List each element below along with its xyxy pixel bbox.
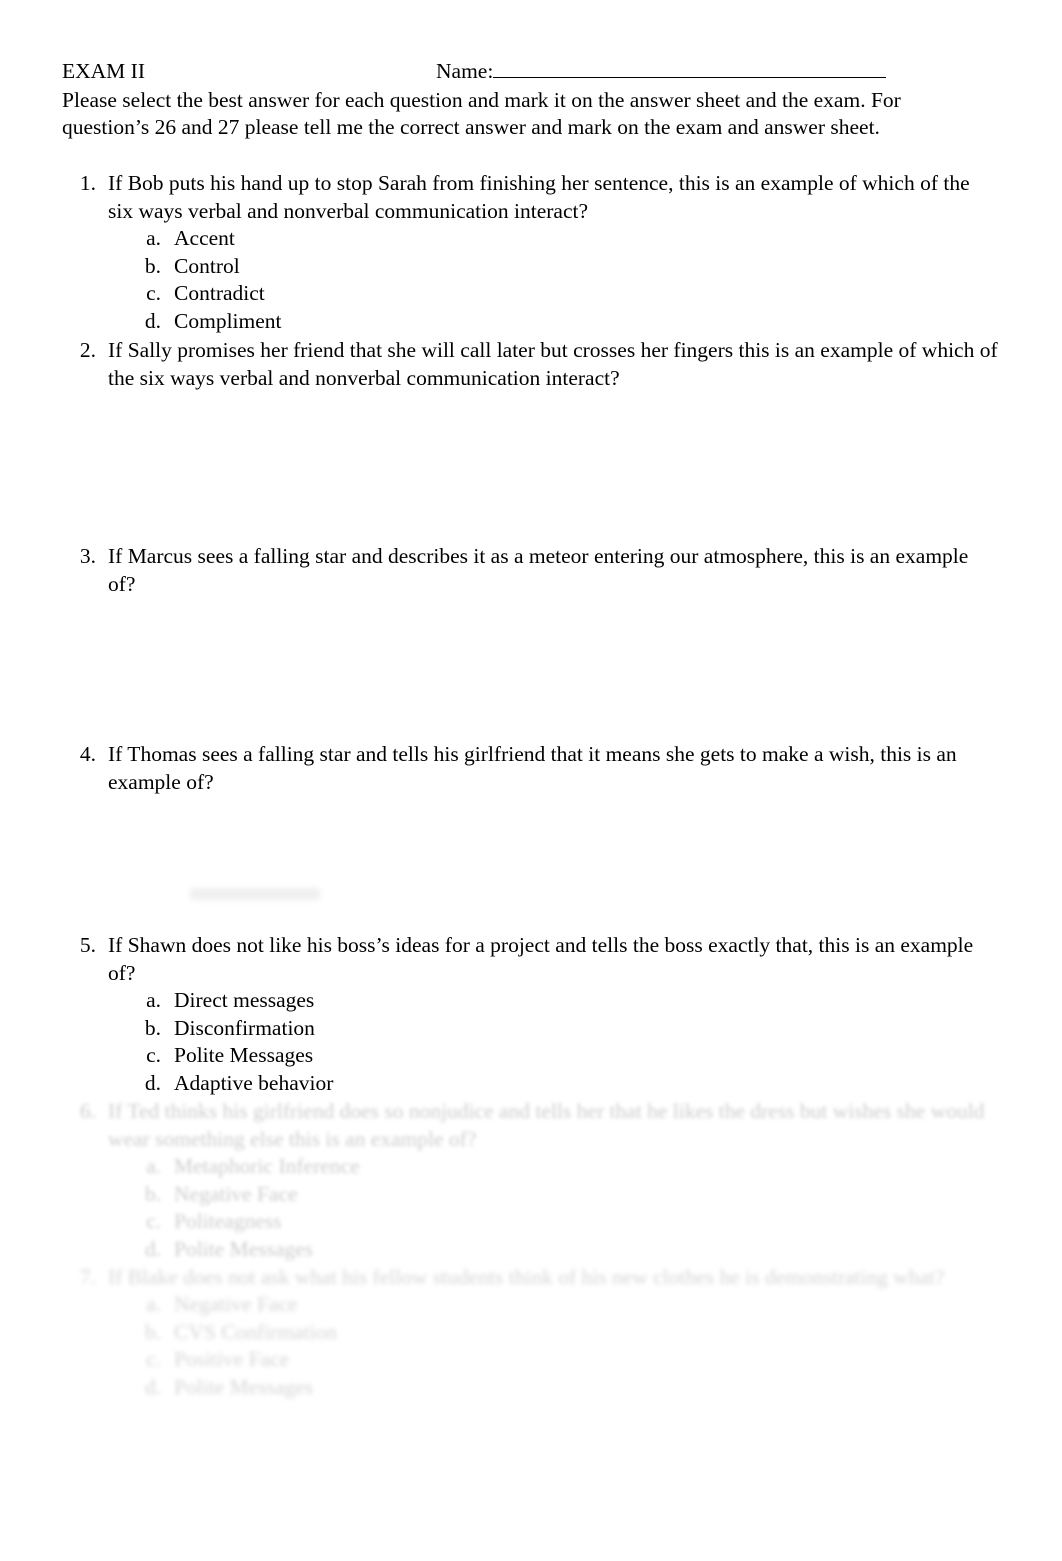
question-body: If Thomas sees a falling star and tells … xyxy=(108,740,1000,796)
question-item: 7. If Blake does not ask what his fellow… xyxy=(62,1263,1000,1401)
option-list: a. Direct messages b. Disconfirmation c.… xyxy=(108,987,1000,1097)
question-body: If Shawn does not like his boss’s ideas … xyxy=(108,931,1000,1097)
question-number: 5. xyxy=(79,933,96,957)
option-item[interactable]: d. Adaptive behavior xyxy=(108,1070,1000,1098)
question-item: 6. If Ted thinks his girlfriend does so … xyxy=(62,1097,1000,1263)
question-text: If Blake does not ask what his fellow st… xyxy=(108,1265,945,1289)
option-item[interactable]: c. Contradict xyxy=(108,280,1000,308)
question-number: 7. xyxy=(79,1265,96,1289)
option-text: Contradict xyxy=(174,281,265,305)
question-text: If Thomas sees a falling star and tells … xyxy=(108,742,957,794)
option-list: a. Accent b. Control c. Contradict d. Co… xyxy=(108,225,1000,335)
document-content: EXAM II Name: Please select the best ans… xyxy=(62,58,1000,1401)
option-item[interactable]: d. Polite Messages xyxy=(108,1236,1000,1264)
option-letter: c. xyxy=(146,281,161,305)
question-item: 5. If Shawn does not like his boss’s ide… xyxy=(62,931,1000,1097)
question-number: 2. xyxy=(79,338,96,362)
exam-document-page: EXAM II Name: Please select the best ans… xyxy=(0,0,1062,1561)
option-item[interactable]: a. Metaphoric Inference xyxy=(108,1153,1000,1181)
option-item[interactable]: d. Polite Messages xyxy=(108,1374,1000,1402)
question-body: If Marcus sees a falling star and descri… xyxy=(108,542,1000,598)
exam-title: EXAM II xyxy=(62,59,145,83)
option-list: a. Negative Face b. CVS Confirmation c. … xyxy=(108,1291,1000,1401)
answer-space[interactable] xyxy=(62,796,1000,931)
question-text: If Marcus sees a falling star and descri… xyxy=(108,544,969,596)
option-item[interactable]: b. CVS Confirmation xyxy=(108,1319,1000,1347)
option-letter: b. xyxy=(144,1181,161,1206)
option-letter: b. xyxy=(144,1015,161,1040)
question-item: 2. If Sally promises her friend that she… xyxy=(62,336,1000,392)
question-number: 1. xyxy=(79,171,96,195)
option-item[interactable]: d. Compliment xyxy=(108,308,1000,336)
question-body: If Bob puts his hand up to stop Sarah fr… xyxy=(108,169,1000,335)
question-list: 1. If Bob puts his hand up to stop Sarah… xyxy=(62,169,1000,1401)
option-letter: a. xyxy=(146,1292,161,1316)
option-text: Disconfirmation xyxy=(174,1015,315,1040)
option-text: Metaphoric Inference xyxy=(174,1154,360,1178)
option-letter: c. xyxy=(146,1043,161,1067)
question-body: If Sally promises her friend that she wi… xyxy=(108,336,1000,392)
option-letter: d. xyxy=(144,308,161,333)
option-text: Polite Messages xyxy=(174,1043,314,1067)
question-number: 6. xyxy=(79,1099,96,1123)
question-number: 3. xyxy=(79,544,96,568)
option-text: Polite Messages xyxy=(174,1374,314,1399)
option-item[interactable]: c. Polite Messages xyxy=(108,1042,1000,1070)
question-text: If Bob puts his hand up to stop Sarah fr… xyxy=(108,171,970,223)
document-header: EXAM II Name: xyxy=(62,58,1000,84)
question-item: 3. If Marcus sees a falling star and des… xyxy=(62,542,1000,598)
option-text: Negative Face xyxy=(174,1292,298,1316)
option-text: Politeagness xyxy=(174,1209,282,1233)
option-text: Negative Face xyxy=(174,1181,298,1206)
question-text: If Shawn does not like his boss’s ideas … xyxy=(108,933,974,985)
question-body: If Ted thinks his girlfriend does so non… xyxy=(108,1097,1000,1263)
answer-space[interactable] xyxy=(62,598,1000,740)
name-label: Name: xyxy=(436,59,494,83)
option-letter: b. xyxy=(144,1319,161,1344)
option-text: Accent xyxy=(174,226,235,250)
option-text: Positive Face xyxy=(174,1347,290,1371)
option-item[interactable]: b. Disconfirmation xyxy=(108,1015,1000,1043)
option-text: Polite Messages xyxy=(174,1236,314,1261)
option-list: a. Metaphoric Inference b. Negative Face… xyxy=(108,1153,1000,1263)
option-item[interactable]: a. Accent xyxy=(108,225,1000,253)
option-letter: c. xyxy=(146,1209,161,1233)
option-text: Compliment xyxy=(174,308,282,333)
exam-instructions: Please select the best answer for each q… xyxy=(62,88,901,139)
option-letter: a. xyxy=(146,226,161,250)
option-letter: d. xyxy=(144,1374,161,1399)
question-text: If Sally promises her friend that she wi… xyxy=(108,338,998,390)
name-blank-line[interactable] xyxy=(493,60,887,78)
option-letter: a. xyxy=(146,988,161,1012)
option-text: Control xyxy=(174,253,240,278)
option-letter: d. xyxy=(144,1236,161,1261)
question-text: If Ted thinks his girlfriend does so non… xyxy=(108,1099,985,1151)
option-letter: b. xyxy=(144,253,161,278)
option-text: CVS Confirmation xyxy=(174,1319,338,1344)
option-text: Adaptive behavior xyxy=(174,1070,334,1095)
question-body: If Blake does not ask what his fellow st… xyxy=(108,1263,1000,1401)
question-item: 4. If Thomas sees a falling star and tel… xyxy=(62,740,1000,796)
question-number: 4. xyxy=(79,742,96,766)
option-letter: c. xyxy=(146,1347,161,1371)
option-item[interactable]: a. Direct messages xyxy=(108,987,1000,1015)
option-letter: d. xyxy=(144,1070,161,1095)
option-item[interactable]: b. Control xyxy=(108,253,1000,281)
option-text: Direct messages xyxy=(174,988,315,1012)
option-item[interactable]: c. Politeagness xyxy=(108,1208,1000,1236)
option-letter: a. xyxy=(146,1154,161,1178)
option-item[interactable]: b. Negative Face xyxy=(108,1181,1000,1209)
option-item[interactable]: c. Positive Face xyxy=(108,1346,1000,1374)
answer-space[interactable] xyxy=(62,392,1000,542)
option-item[interactable]: a. Negative Face xyxy=(108,1291,1000,1319)
question-item: 1. If Bob puts his hand up to stop Sarah… xyxy=(62,169,1000,335)
